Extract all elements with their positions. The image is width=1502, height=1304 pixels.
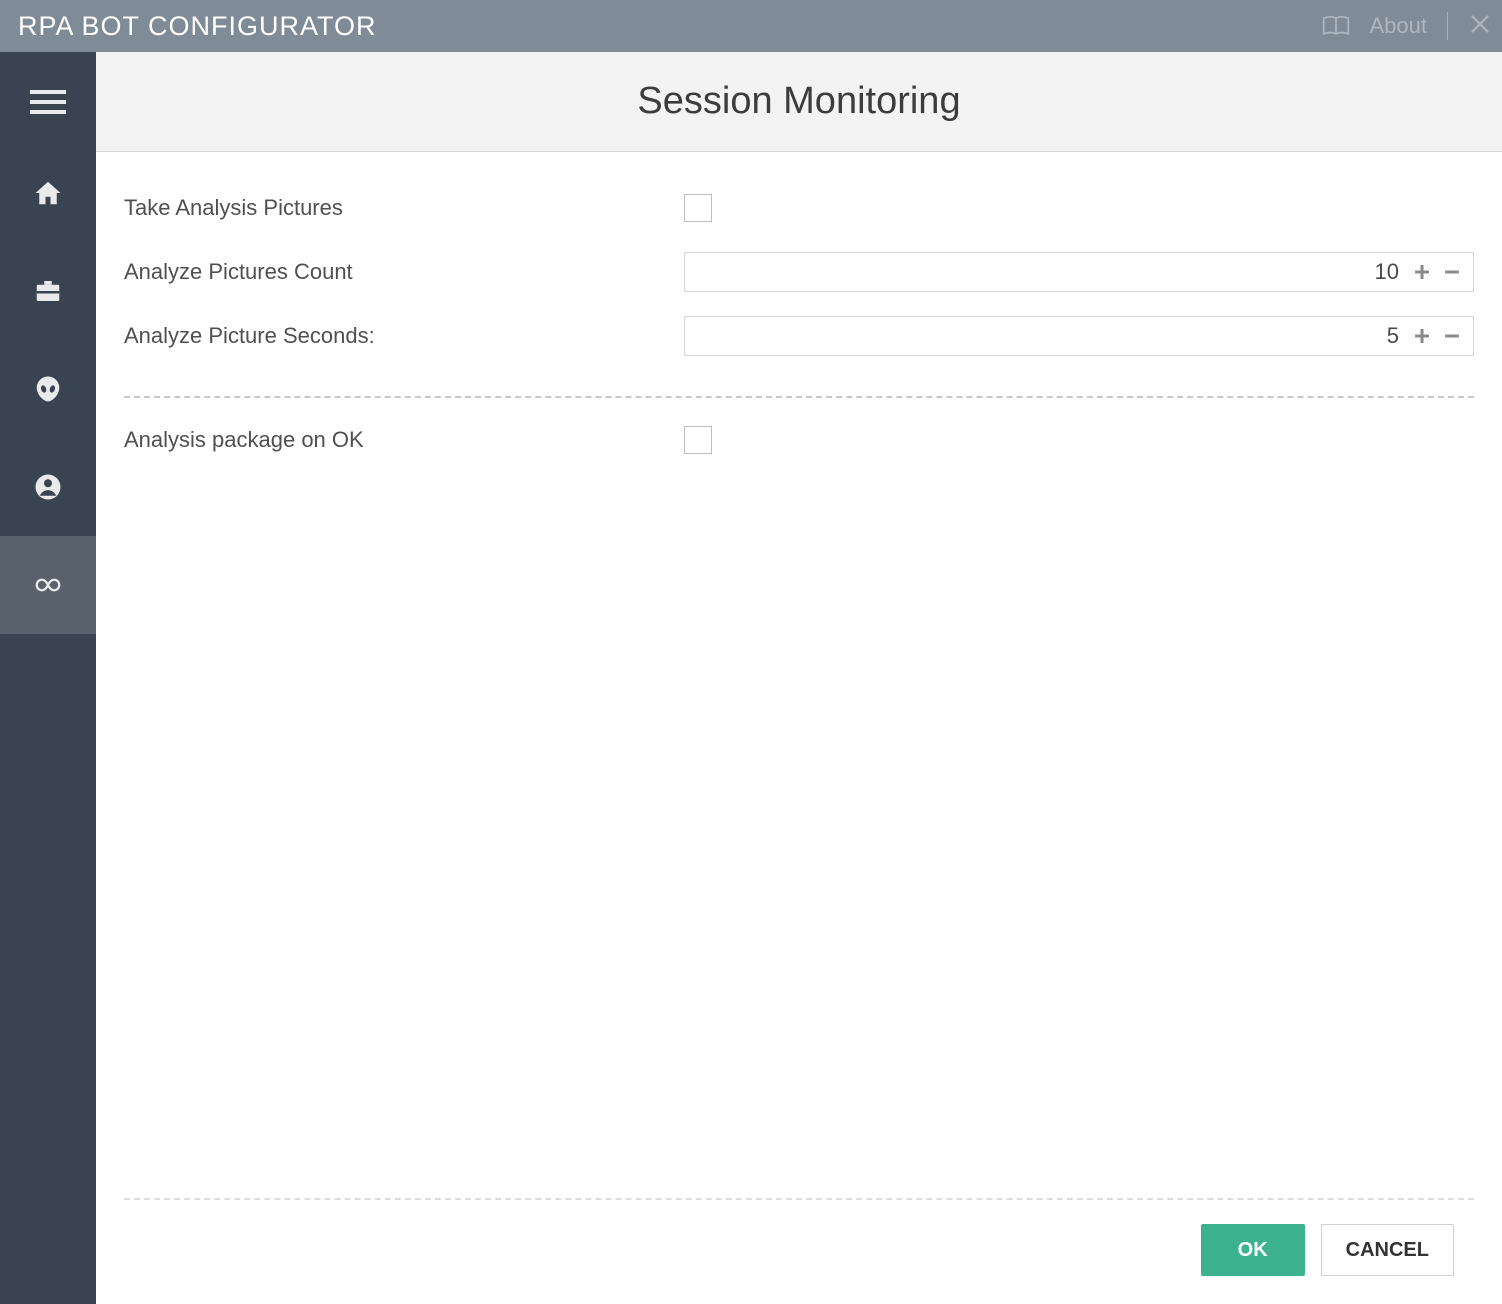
- sidebar-menu-toggle[interactable]: [0, 60, 96, 144]
- row-take-analysis-pictures: Take Analysis Pictures: [124, 176, 1474, 240]
- app-title: RPA BOT CONFIGURATOR: [18, 11, 1322, 42]
- label-analysis-package-on-ok: Analysis package on OK: [124, 427, 684, 453]
- input-analyze-picture-seconds[interactable]: 5: [684, 316, 1474, 356]
- sidebar-item-briefcase[interactable]: [0, 242, 96, 340]
- button-bar: OK CANCEL: [124, 1198, 1474, 1304]
- label-take-analysis-pictures: Take Analysis Pictures: [124, 195, 684, 221]
- value-analyze-picture-seconds: 5: [1387, 323, 1407, 349]
- titlebar-separator: [1447, 12, 1448, 40]
- label-analyze-pictures-count: Analyze Pictures Count: [124, 259, 684, 285]
- book-icon[interactable]: [1322, 14, 1350, 38]
- app-window: RPA BOT CONFIGURATOR About: [0, 0, 1502, 1304]
- close-icon[interactable]: [1468, 12, 1492, 40]
- titlebar-controls: About: [1322, 12, 1493, 40]
- sidebar-item-alien[interactable]: [0, 340, 96, 438]
- about-link[interactable]: About: [1370, 13, 1428, 39]
- titlebar: RPA BOT CONFIGURATOR About: [0, 0, 1502, 52]
- decrement-pictures-count[interactable]: [1437, 257, 1467, 287]
- checkbox-analysis-package-on-ok[interactable]: [684, 426, 712, 454]
- value-analyze-pictures-count: 10: [1375, 259, 1407, 285]
- sidebar-item-infinity[interactable]: [0, 536, 96, 634]
- content: Take Analysis Pictures Analyze Pictures …: [96, 152, 1502, 1304]
- cancel-button[interactable]: CANCEL: [1321, 1224, 1454, 1276]
- page-title: Session Monitoring: [637, 80, 960, 123]
- sidebar: [0, 52, 96, 1304]
- row-analysis-package-on-ok: Analysis package on OK: [124, 408, 1474, 472]
- decrement-picture-seconds[interactable]: [1437, 321, 1467, 351]
- page-header: Session Monitoring: [96, 52, 1502, 152]
- ok-button[interactable]: OK: [1201, 1224, 1305, 1276]
- checkbox-take-analysis-pictures[interactable]: [684, 194, 712, 222]
- increment-pictures-count[interactable]: [1407, 257, 1437, 287]
- row-analyze-picture-seconds: Analyze Picture Seconds: 5: [124, 304, 1474, 368]
- row-analyze-pictures-count: Analyze Pictures Count 10: [124, 240, 1474, 304]
- input-analyze-pictures-count[interactable]: 10: [684, 252, 1474, 292]
- body: Session Monitoring Take Analysis Picture…: [0, 52, 1502, 1304]
- spacer: [124, 472, 1474, 1198]
- main: Session Monitoring Take Analysis Picture…: [96, 52, 1502, 1304]
- sidebar-item-user[interactable]: [0, 438, 96, 536]
- increment-picture-seconds[interactable]: [1407, 321, 1437, 351]
- label-analyze-picture-seconds: Analyze Picture Seconds:: [124, 323, 684, 349]
- sidebar-item-home[interactable]: [0, 144, 96, 242]
- section-divider: [124, 396, 1474, 398]
